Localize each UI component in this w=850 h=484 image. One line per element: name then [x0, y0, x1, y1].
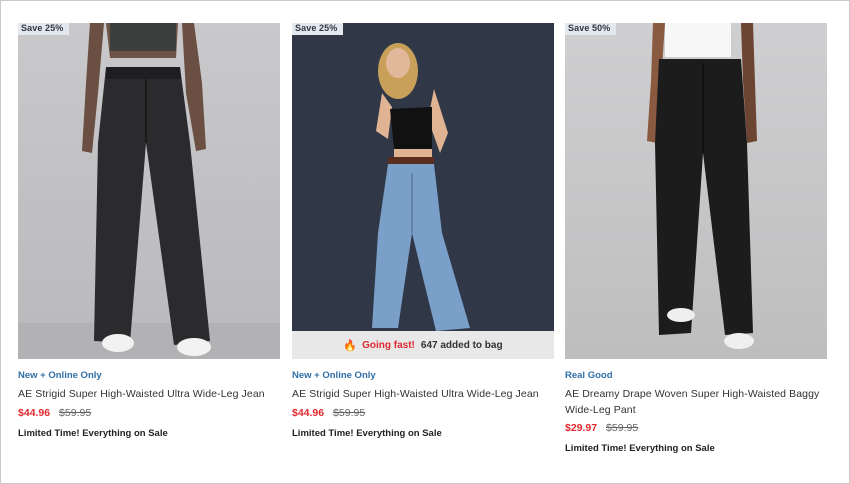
discount-badge: Save 50%	[565, 23, 617, 35]
product-image[interactable]: Save 25% 🔥 Going fast! 647 added to bag	[292, 23, 554, 359]
product-grid: Save 25% New + Online Only AE Strigid Su…	[0, 0, 850, 484]
discount-badge: Save 25%	[18, 23, 70, 35]
product-photo-light-wash-wide-leg-jean	[292, 23, 554, 359]
price-row: $44.96 $59.95	[18, 407, 280, 419]
product-photo-black-baggy-pant	[565, 23, 827, 359]
original-price: $59.95	[606, 422, 639, 434]
price-row: $29.97 $59.95	[565, 422, 827, 434]
product-card[interactable]: Save 50% Real Good AE Dreamy Drape Woven…	[565, 23, 827, 454]
fire-icon: 🔥	[343, 339, 358, 352]
promo-text: Limited Time! Everything on Sale	[565, 443, 715, 454]
product-photo-black-wide-leg-jean	[18, 23, 280, 359]
product-card[interactable]: Save 25% 🔥 Going fast! 647 added to bag …	[292, 23, 554, 439]
sale-price: $44.96	[18, 406, 51, 419]
product-title[interactable]: AE Strigid Super High-Waisted Ultra Wide…	[292, 387, 554, 403]
sale-price: $44.96	[292, 406, 325, 419]
promo-text: Limited Time! Everything on Sale	[292, 427, 442, 439]
original-price: $59.95	[333, 406, 366, 419]
original-price: $59.95	[59, 406, 92, 419]
product-title[interactable]: AE Dreamy Drape Woven Super High-Waisted…	[565, 387, 827, 418]
going-fast-label: Going fast!	[362, 339, 415, 351]
product-card[interactable]: Save 25% New + Online Only AE Strigid Su…	[18, 23, 280, 439]
discount-badge: Save 25%	[292, 23, 344, 35]
product-tag: New + Online Only	[18, 370, 102, 381]
going-fast-banner: 🔥 Going fast! 647 added to bag	[292, 331, 554, 359]
price-row: $44.96 $59.95	[292, 407, 554, 419]
product-image[interactable]: Save 25%	[18, 23, 280, 359]
product-image[interactable]: Save 50%	[565, 23, 827, 359]
sale-price: $29.97	[565, 422, 598, 434]
added-to-bag-count: 647 added to bag	[420, 339, 503, 351]
product-tag: New + Online Only	[292, 370, 376, 381]
product-tag: Real Good	[565, 370, 613, 381]
product-title[interactable]: AE Strigid Super High-Waisted Ultra Wide…	[18, 387, 280, 403]
promo-text: Limited Time! Everything on Sale	[18, 427, 168, 439]
